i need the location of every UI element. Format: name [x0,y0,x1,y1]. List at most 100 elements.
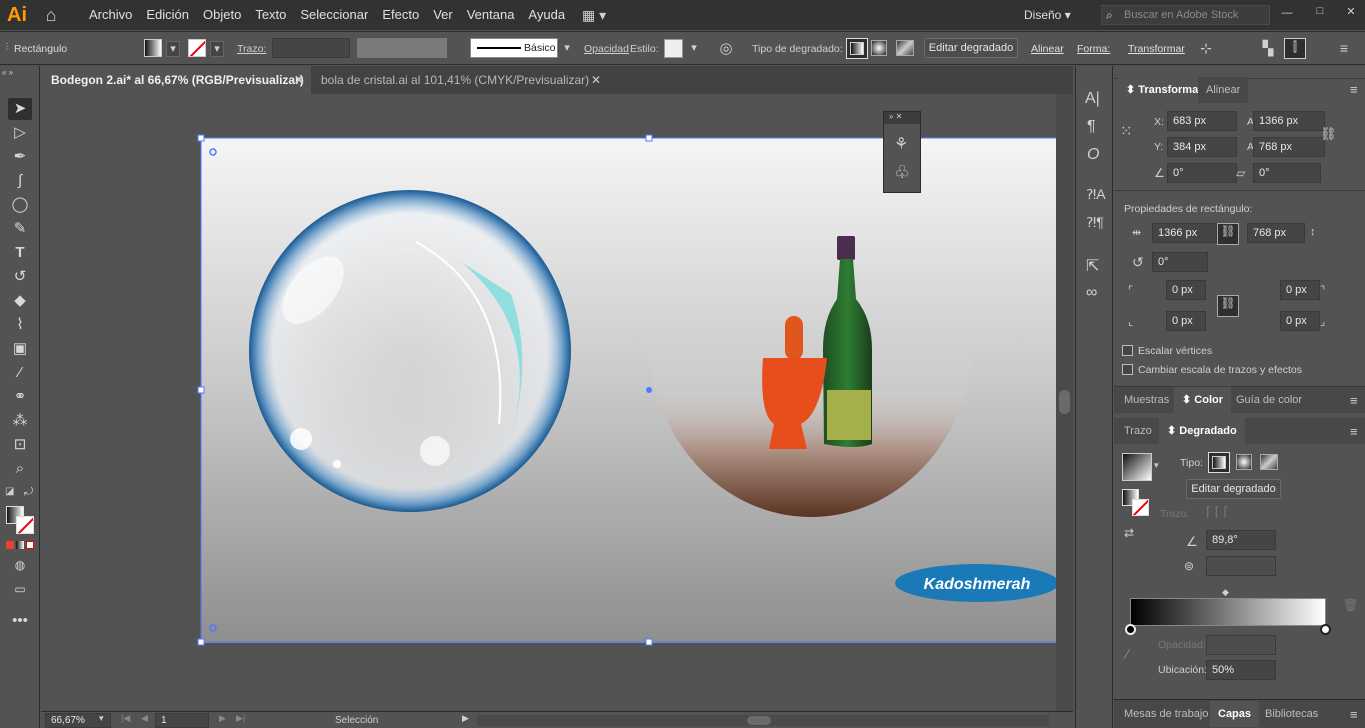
h-field[interactable]: 768 px [1253,137,1325,157]
paragraph-icon[interactable]: ¶ [1087,118,1096,136]
draw-mode-icon[interactable]: ◍ [8,554,32,576]
screen-mode-icon[interactable]: ▭ [8,578,32,600]
gradient-location-field[interactable]: 50% [1206,660,1276,680]
gradient-freeform-button[interactable] [1260,454,1278,470]
panel-menu-icon[interactable]: ≡ [1350,393,1358,408]
rect-height-field[interactable]: 768 px [1247,223,1305,243]
menu-ver[interactable]: Ver [426,0,460,30]
reverse-gradient-icon[interactable]: ⇄ [1124,526,1134,540]
tab-degradado[interactable]: ⬍ Degradado [1159,418,1245,444]
horizontal-scrollbar[interactable] [477,715,1049,726]
opentype-icon[interactable]: O [1087,146,1099,164]
gradient-tool-icon[interactable]: ▣ [8,338,32,360]
isolate-icon[interactable]: ▚ [1259,40,1277,57]
menu-ventana[interactable]: Ventana [460,0,522,30]
zoom-dropdown-icon[interactable]: ▾ [99,713,104,724]
type-tool-icon[interactable]: T [8,242,32,264]
warp-tool-icon[interactable]: ⌇ [8,314,32,336]
delete-stop-icon[interactable]: 🗑 [1343,598,1358,612]
vertical-scrollbar[interactable] [1056,94,1073,711]
gradient-preview-swatch[interactable] [1122,453,1152,481]
corner-br-field[interactable]: 0 px [1280,311,1320,331]
gradient-angle-field[interactable]: 89,8° [1206,530,1276,550]
gradient-stop-black[interactable] [1125,624,1136,635]
eyedropper-tool-icon[interactable]: ⁄ [8,362,32,384]
h-scroll-thumb[interactable] [747,716,771,725]
rect-width-field[interactable]: 1366 px [1152,223,1217,243]
handle-ml[interactable] [197,386,205,394]
tab-trazo[interactable]: Trazo [1116,418,1160,444]
menu-texto[interactable]: Texto [248,0,293,30]
rect-angle-field[interactable]: 0° [1152,252,1208,272]
stop-eyedropper-icon[interactable]: ⁄ [1126,646,1129,663]
scroll-thumb[interactable] [1059,390,1070,414]
tab-muestras[interactable]: Muestras [1116,387,1177,413]
tab-guia-de-color[interactable]: Guía de color [1228,387,1310,413]
ellipse-tool-icon[interactable]: ◯ [8,194,32,216]
brush-dropdown-icon[interactable]: ▾ [560,41,574,54]
handle-tl[interactable] [197,134,205,142]
tab-transformar[interactable]: ⬍ Transformar [1118,77,1211,103]
fill-stroke-widget[interactable] [6,506,36,534]
y-field[interactable]: 384 px [1167,137,1237,157]
panel-menu-icon[interactable]: ≡ [1350,707,1358,722]
tab-color[interactable]: ⬍ Color [1174,387,1232,413]
tab-bodegon[interactable]: Bodegon 2.ai* al 66,67% (RGB/Previsualiz… [41,66,311,94]
curvature-tool-icon[interactable]: ∫ [8,170,32,192]
panel-menu-icon[interactable]: ≡ [1350,82,1358,97]
gradient-stop-white[interactable] [1320,624,1331,635]
corner-bl-field[interactable]: 0 px [1166,311,1206,331]
panel-menu-icon[interactable]: ≡ [1335,40,1353,56]
close-tab-icon[interactable]: ✕ [294,66,304,94]
scale-corners-checkbox[interactable] [1122,345,1133,356]
menu-objeto[interactable]: Objeto [196,0,248,30]
tab-mesas-de-trabajo[interactable]: Mesas de trabajo [1116,701,1216,727]
previous-artboard-icon[interactable]: ◀ [141,713,148,724]
last-artboard-icon[interactable]: ▶| [236,713,245,724]
tab-bibliotecas[interactable]: Bibliotecas [1257,701,1326,727]
character-styles-icon[interactable]: ⁈A [1086,186,1106,203]
opacity-label[interactable]: Opacidad [584,43,629,55]
fill-dropdown-icon[interactable]: ▾ [166,41,180,57]
zoom-tool-icon[interactable]: ⌕ [8,458,32,480]
symbol-sprayer-tool-icon[interactable]: ⁂ [8,410,32,432]
gradient-linear-button[interactable] [1208,452,1230,473]
status-menu-icon[interactable]: ▶ [462,713,469,724]
recolor-artwork-icon[interactable]: ◎ [716,39,736,57]
direct-selection-tool-icon[interactable]: ▷ [8,122,32,144]
swap-colors-icon[interactable]: ⤾ [24,486,33,499]
constrain-proportions-icon[interactable]: ⛓ [1320,126,1337,142]
linear-gradient-button[interactable] [846,38,868,59]
align-link[interactable]: Alinear [1031,43,1064,55]
menu-archivo[interactable]: Archivo [82,0,139,30]
edit-gradient-panel-button[interactable]: Editar degradado [1186,479,1281,499]
link-dimensions-icon[interactable]: ⛓ [1217,223,1239,245]
stroke-swatch[interactable] [188,39,206,57]
reference-point-icon[interactable]: ⁙ [1120,122,1133,140]
gradient-slider-bar[interactable] [1130,598,1326,626]
menu-seleccionar[interactable]: Seleccionar [293,0,375,30]
x-field[interactable]: 683 px [1167,111,1237,131]
canvas-area[interactable]: Kadoshmerah » ✕ ⚘ ♧ [41,94,1056,711]
paragraph-styles-icon[interactable]: ⁈¶ [1086,214,1104,231]
next-artboard-icon[interactable]: ▶ [219,713,226,724]
scale-strokes-checkbox[interactable] [1122,364,1133,375]
menu-efecto[interactable]: Efecto [375,0,426,30]
corner-tl-field[interactable]: 0 px [1166,280,1206,300]
radial-gradient-button[interactable] [871,40,887,56]
tab-bola-de-cristal[interactable]: bola de cristal.ai al 101,41% (CMYK/Prev… [311,66,606,94]
variable-width-profile[interactable] [357,38,447,58]
graphic-style-swatch[interactable] [664,39,683,58]
corner-tr-field[interactable]: 0 px [1280,280,1320,300]
close-tab-icon[interactable]: ✕ [591,66,601,94]
pen-tool-icon[interactable]: ✒ [8,146,32,168]
collapse-arrows-icon[interactable]: « » [2,68,13,77]
symbols-club-icon[interactable]: ♧ [894,162,910,183]
shape-link[interactable]: Forma: [1077,43,1110,55]
default-colors-icon[interactable]: ◪ [5,486,14,497]
menu-ayuda[interactable]: Ayuda [521,0,572,30]
arrange-documents-icon[interactable]: ▦ ▾ [572,7,616,24]
style-dropdown-icon[interactable]: ▾ [687,41,701,54]
link-corners-icon[interactable]: ⛓ [1217,295,1239,317]
w-field[interactable]: 1366 px [1253,111,1325,131]
